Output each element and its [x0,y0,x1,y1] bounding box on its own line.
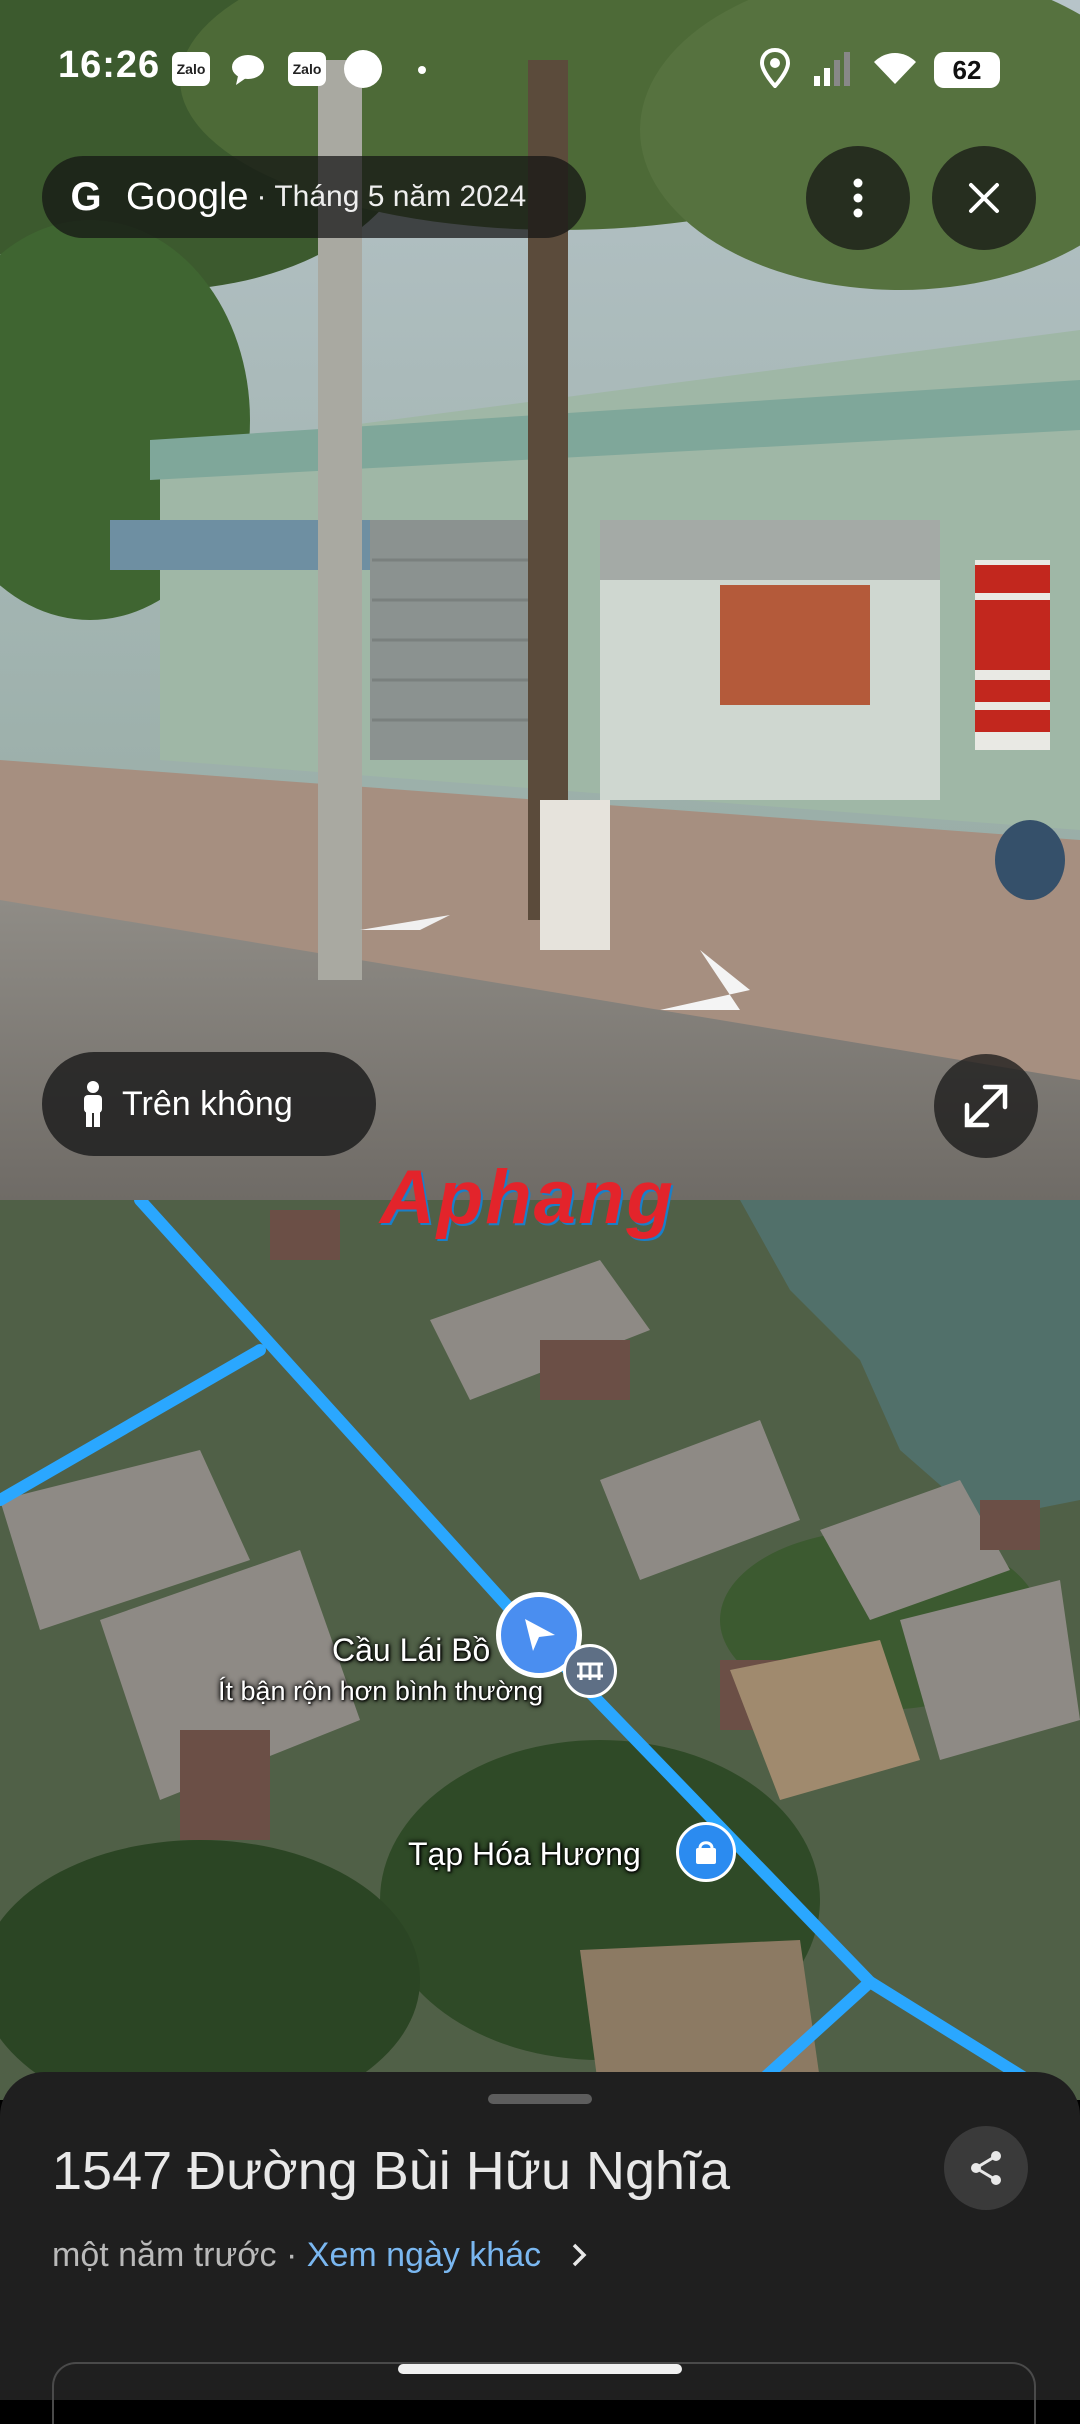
status-bar: 16:26 Zalo Zalo 62 [0,30,1080,110]
expand-icon [964,1084,1008,1128]
gesture-navigation-bar[interactable] [398,2364,682,2374]
shopping-pin-icon[interactable] [676,1822,736,1882]
aerial-view-label: Trên không [122,1084,293,1123]
street-view-panorama[interactable]: 16:26 Zalo Zalo 62 G Google · Tháng 5 nă… [0,0,1080,1200]
circle-notification-icon [344,50,382,88]
navigation-arrow-icon [525,1619,555,1651]
google-g-icon: G [70,174,102,219]
close-button[interactable] [932,146,1036,250]
other-dates-link[interactable]: Xem ngày khác [307,2236,541,2274]
share-icon [971,2151,1001,2185]
sheet-drag-handle[interactable] [488,2094,592,2104]
more-notifications-dot-icon [418,66,426,74]
pegman-icon [80,1081,106,1127]
fullscreen-button[interactable] [934,1054,1038,1158]
share-button[interactable] [944,2126,1028,2210]
chat-notification-icon [230,52,266,91]
battery-indicator: 62 [934,52,1000,88]
aerial-view-button[interactable]: Trên không [42,1052,376,1156]
poi-name-tap-hoa-huong[interactable]: Tạp Hóa Hương [408,1836,641,1873]
status-time: 16:26 [58,44,161,86]
address-title: 1547 Đường Bùi Hữu Nghĩa [52,2141,731,2201]
chevron-right-icon[interactable] [571,2238,587,2277]
street-view-date-chip[interactable]: G Google · Tháng 5 năm 2024 [42,156,586,238]
watermark-logo: Aphang [380,1155,675,1240]
zalo-notification-icon: Zalo [288,52,326,86]
zalo-notification-icon: Zalo [172,52,210,86]
poi-busyness: Ít bận rộn hơn bình thường [218,1676,544,1706]
poi-name-cau-lai-bo[interactable]: Cầu Lái Bồ [332,1632,490,1669]
close-icon [969,183,999,213]
signal-icon [812,50,852,93]
time-ago-label: một năm trước [52,2236,277,2274]
capture-date-label: · Tháng 5 năm 2024 [256,180,527,213]
wifi-icon [872,50,918,91]
satellite-map[interactable]: Cầu Lái Bồ Ít bận rộn hơn bình thường Tạ… [0,1200,1080,2100]
google-brand-label: Google [126,175,249,218]
more-options-button[interactable] [806,146,910,250]
more-vert-icon [853,178,863,218]
bridge-icon[interactable] [563,1644,617,1698]
separator: · [286,2236,298,2274]
date-info-row: một năm trước · Xem ngày khác [52,2236,587,2277]
location-icon [759,47,791,93]
